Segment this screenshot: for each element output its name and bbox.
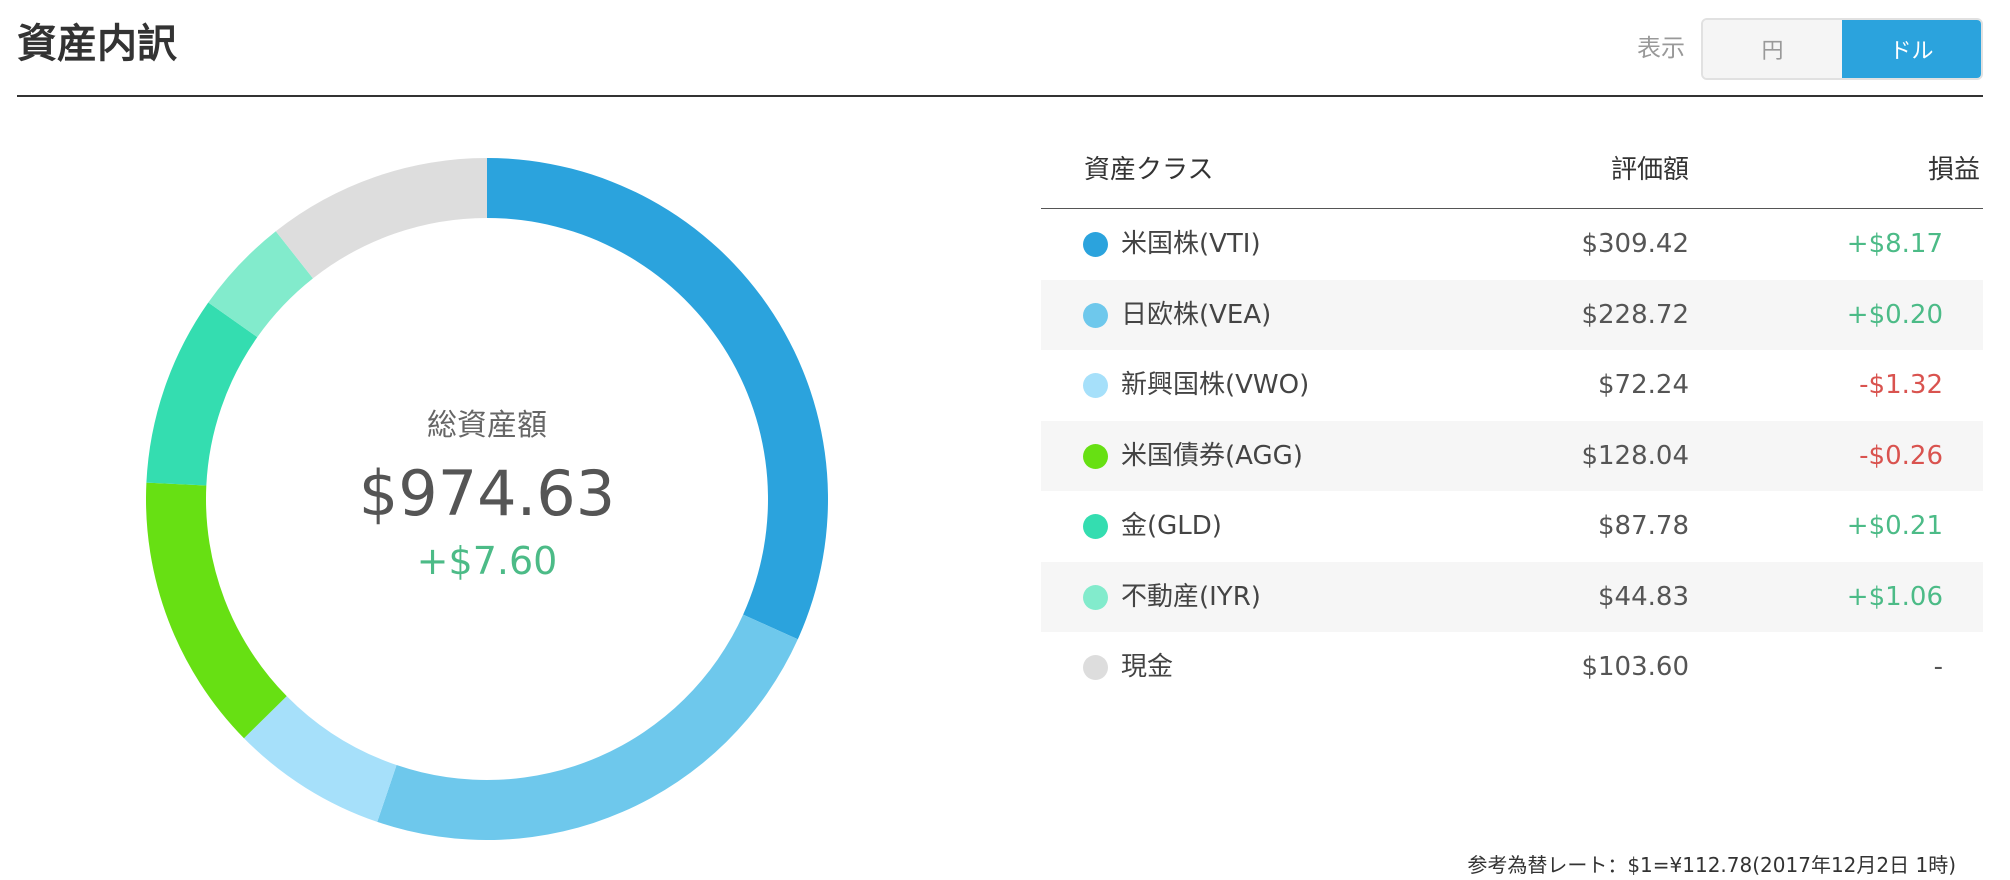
legend-dot-icon — [1083, 232, 1108, 257]
asset-value: $309.42 — [1581, 229, 1689, 259]
asset-pnl: +$0.20 — [1846, 299, 1943, 330]
currency-toggle: 円 ドル — [1701, 18, 1983, 80]
asset-name: 現金 — [1121, 652, 1174, 682]
asset-pnl: +$1.06 — [1846, 581, 1943, 612]
allocation-table: 資産クラス 評価額 損益 米国株(VTI) $309.42 +$8.17 日欧株… — [1041, 138, 1983, 877]
asset-value: $128.04 — [1581, 440, 1689, 471]
dollar-toggle-button[interactable]: ドル — [1842, 20, 1981, 78]
exchange-rate-note: 参考為替レート：$1=¥112.78(2017年12月2日 1時) — [1467, 853, 1956, 877]
asset-pnl: - — [1933, 652, 1943, 682]
asset-name: 米国株(VTI) — [1121, 229, 1261, 259]
legend-dot-icon — [1083, 514, 1108, 539]
allocation-donut-chart: 総資産額 $974.63 +$7.60 — [146, 158, 828, 840]
table-row: 新興国株(VWO) $72.24 -$1.32 — [1041, 350, 1983, 421]
yen-toggle-button[interactable]: 円 — [1703, 20, 1842, 78]
column-header-asset-class: 資産クラス — [1084, 155, 1214, 185]
legend-dot-icon — [1083, 443, 1108, 469]
table-row: 金(GLD) $87.78 +$0.21 — [1041, 491, 1983, 562]
asset-pnl: -$0.26 — [1859, 440, 1943, 471]
column-header-value: 評価額 — [1610, 155, 1689, 185]
total-assets-value: $974.63 — [358, 457, 616, 530]
asset-value: $44.83 — [1598, 581, 1689, 612]
asset-pnl: +$8.17 — [1846, 229, 1943, 259]
asset-name: 日欧株(VEA) — [1121, 299, 1272, 330]
table-row: 米国株(VTI) $309.42 +$8.17 — [1041, 209, 1983, 280]
asset-name: 米国債券(AGG) — [1121, 440, 1303, 471]
total-assets-label: 総資産額 — [427, 408, 547, 443]
asset-pnl: -$1.32 — [1859, 370, 1943, 400]
total-assets-change: +$7.60 — [416, 539, 558, 583]
asset-name: 新興国株(VWO) — [1121, 370, 1310, 400]
asset-value: $87.78 — [1598, 511, 1689, 541]
header: 資産内訳 表示 円 ドル — [17, 0, 1983, 97]
asset-pnl: +$0.21 — [1846, 511, 1943, 541]
asset-name: 金(GLD) — [1121, 511, 1222, 541]
legend-dot-icon — [1083, 655, 1108, 680]
table-row: 米国債券(AGG) $128.04 -$0.26 — [1041, 420, 1983, 491]
table-row: 現金 $103.60 - — [1041, 632, 1983, 703]
asset-value: $72.24 — [1598, 370, 1689, 400]
asset-value: $228.72 — [1581, 299, 1689, 330]
page-title: 資産内訳 — [17, 21, 177, 67]
table-header: 資産クラス 評価額 損益 — [1041, 138, 1983, 209]
donut-center: 総資産額 $974.63 +$7.60 — [146, 158, 828, 840]
asset-name: 不動産(IYR) — [1121, 581, 1261, 612]
display-label: 表示 — [1637, 34, 1685, 62]
table-row: 日欧株(VEA) $228.72 +$0.20 — [1041, 279, 1983, 350]
legend-dot-icon — [1083, 373, 1108, 398]
asset-value: $103.60 — [1581, 652, 1689, 682]
legend-dot-icon — [1083, 584, 1108, 610]
legend-dot-icon — [1083, 302, 1108, 328]
column-header-pnl: 損益 — [1927, 155, 1980, 185]
table-row: 不動産(IYR) $44.83 +$1.06 — [1041, 561, 1983, 632]
